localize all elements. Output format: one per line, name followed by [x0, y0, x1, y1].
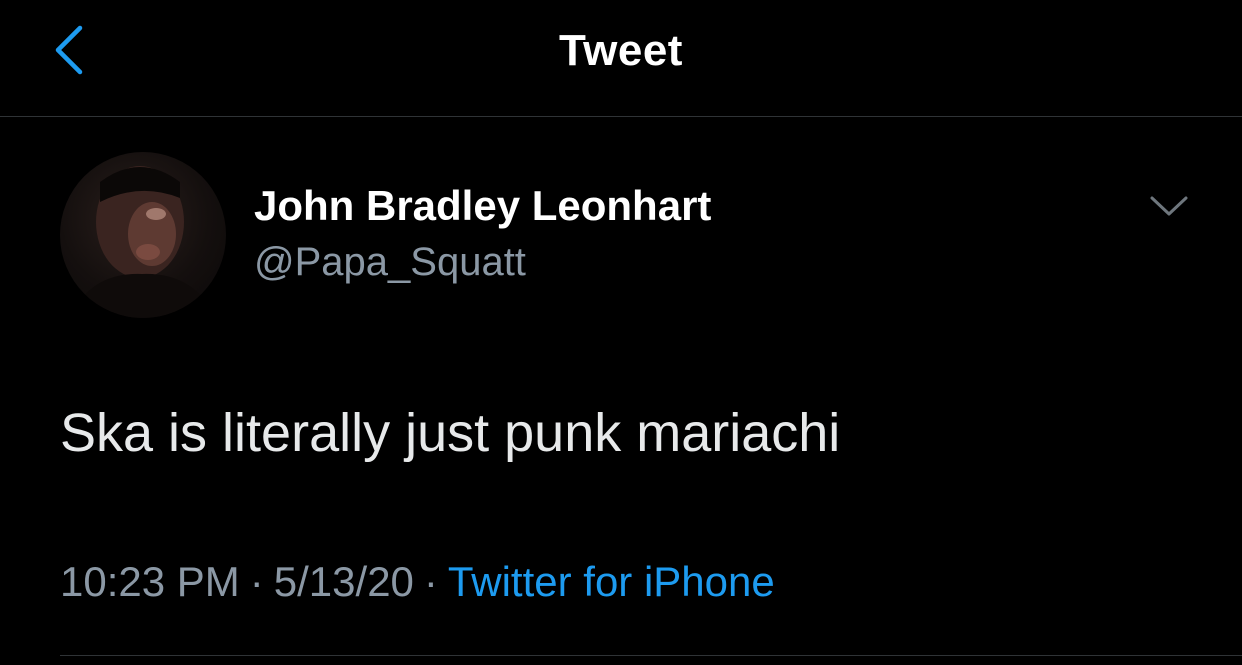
tweet-metadata: 10:23 PM · 5/13/20 · Twitter for iPhone [60, 558, 775, 606]
top-navigation-bar: Tweet [0, 0, 1242, 117]
tweet-date: 5/13/20 [273, 558, 414, 605]
tweet-source-link[interactable]: Twitter for iPhone [448, 558, 775, 605]
avatar[interactable] [60, 152, 226, 318]
profile-photo [70, 166, 216, 318]
author-display-name[interactable]: John Bradley Leonhart [254, 182, 711, 230]
tweet-time: 10:23 PM [60, 558, 240, 605]
chevron-down-icon [1150, 196, 1188, 216]
page-title: Tweet [559, 26, 683, 75]
tweet-text: Ska is literally just punk mariachi [60, 403, 841, 463]
separator: · [249, 558, 264, 605]
divider [60, 655, 1242, 656]
separator: · [423, 558, 438, 605]
tweet-options-button[interactable] [1146, 190, 1192, 220]
author-handle[interactable]: @Papa_Squatt [254, 240, 526, 285]
